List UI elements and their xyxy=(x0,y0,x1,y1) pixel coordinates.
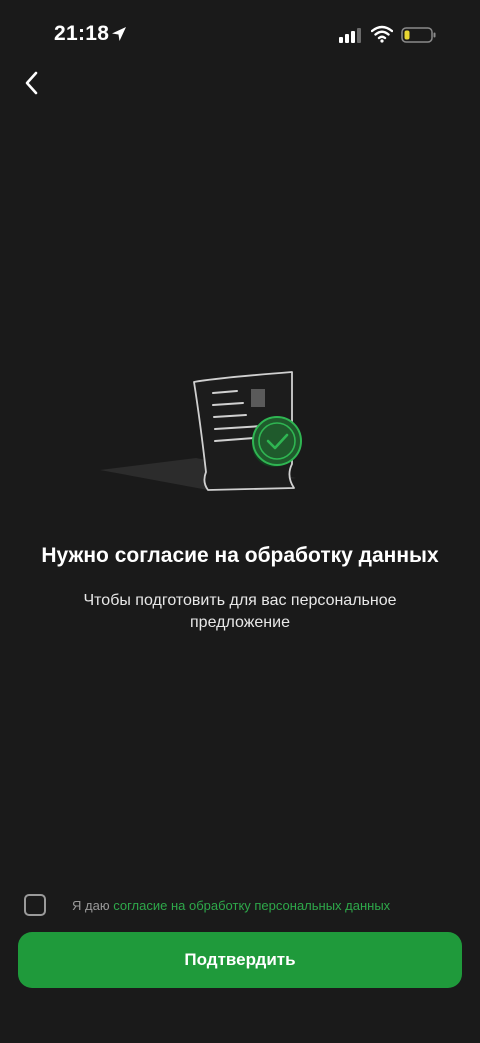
consent-link[interactable]: согласие на обработку персональных данны… xyxy=(113,898,390,913)
consent-prefix: Я даю xyxy=(72,898,114,913)
location-arrow-icon xyxy=(112,27,126,41)
consent-row: Я даю согласие на обработку персональных… xyxy=(24,894,464,918)
signal-icon xyxy=(339,28,361,43)
battery-icon xyxy=(401,27,436,43)
page-title: Нужно согласие на обработку данных xyxy=(41,544,439,567)
confirm-button[interactable]: Подтвердить xyxy=(18,932,462,988)
status-bar: 21:18 xyxy=(0,0,480,70)
consent-checkbox[interactable] xyxy=(24,894,46,916)
page-subtitle: Чтобы подготовить для вас персональное п… xyxy=(83,592,397,631)
consent-text: Я даю согласие на обработку персональных… xyxy=(72,898,390,913)
status-time: 21:18 xyxy=(54,22,110,45)
back-chevron-icon xyxy=(25,71,38,95)
back-button[interactable] xyxy=(18,66,48,100)
document-check-icon xyxy=(100,371,302,491)
wifi-icon xyxy=(371,25,393,43)
